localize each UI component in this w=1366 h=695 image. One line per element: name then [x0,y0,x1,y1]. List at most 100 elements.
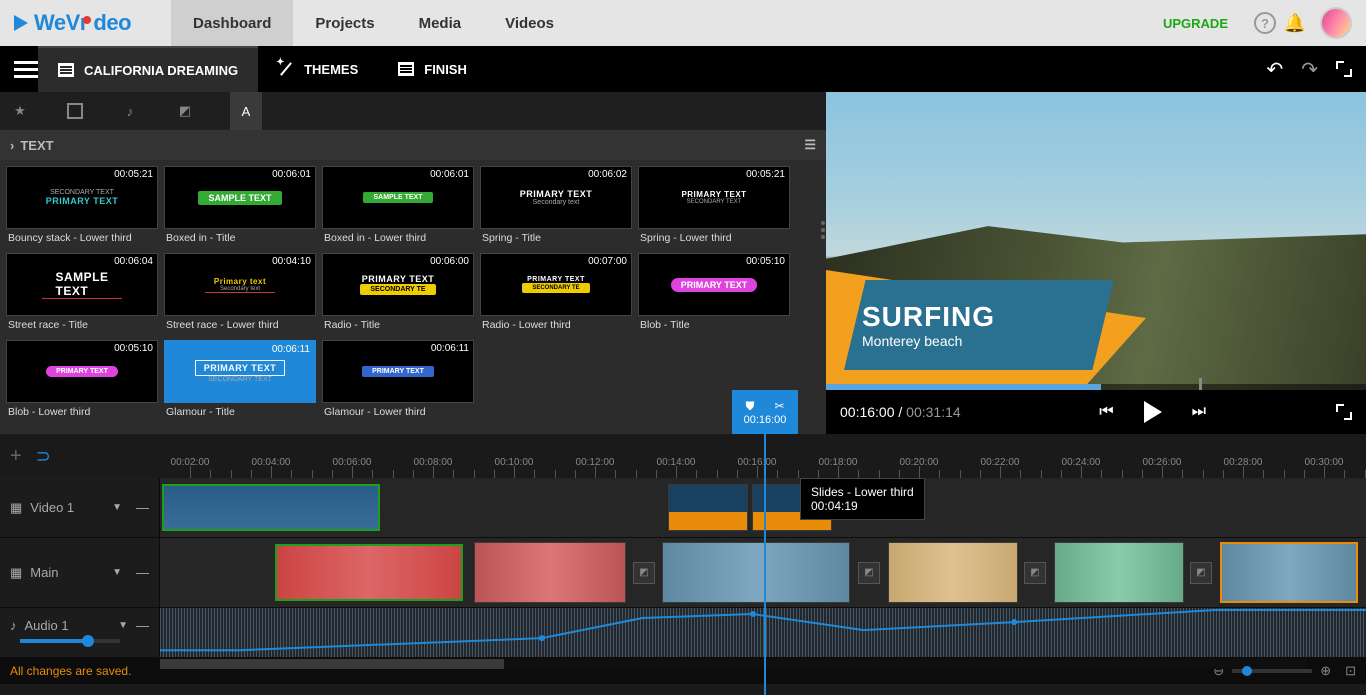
finish-label: FINISH [424,62,467,77]
snap-icon[interactable]: ⊃ [36,446,51,467]
collapse-icon[interactable]: — [136,565,149,580]
preview-fullscreen-icon[interactable] [1336,404,1352,420]
panel-title: TEXT [20,138,53,153]
redo-icon[interactable]: ↷ [1301,57,1318,82]
play-icon [14,15,28,31]
film-icon: ▦ [10,565,22,581]
tab-videos[interactable]: Videos [483,0,576,46]
track-body[interactable] [160,478,1366,537]
clip[interactable] [1054,542,1184,603]
panel-tab-audio[interactable]: ♪ [120,101,140,121]
text-card[interactable]: 00:06:01SAMPLE TEXTBoxed in - Title [164,166,316,247]
volume-slider[interactable] [20,639,120,643]
avatar[interactable] [1320,7,1352,39]
themes-tab[interactable]: THEMES [258,46,378,92]
text-card[interactable]: 00:04:10Primary textSecondary textStreet… [164,253,316,334]
fx-transition[interactable]: ◩ [1190,562,1212,584]
track-audio: ♪ Audio 1 ▼ — [0,608,1366,658]
track-header[interactable]: ▦ Video 1 ▼ — [0,478,160,537]
panel-tab-star[interactable]: ★ [10,101,30,121]
zoom-in-icon[interactable]: ⊕ [1320,663,1331,679]
timecode: 00:16:00 / 00:31:14 [840,404,961,420]
music-icon: ♪ [10,618,17,633]
preview-viewport[interactable]: SURFING Monterey beach [826,92,1366,390]
text-card[interactable]: 00:06:01SAMPLE TEXTBoxed in - Lower thir… [322,166,474,247]
text-card[interactable]: 00:06:11PRIMARY TEXTSECONDARY TEXTGlamou… [164,340,316,421]
list-view-icon[interactable]: ☰ [804,137,816,153]
chevron-down-icon[interactable]: ▼ [112,567,122,578]
waveform [160,608,1366,657]
text-card[interactable]: 00:05:10PRIMARY TEXTBlob - Lower third [6,340,158,421]
main-row: ★ ♪ ◩ A › TEXT ☰ 00:05:21SECONDARY TEXTP… [0,92,1366,434]
upgrade-link[interactable]: UPGRADE [1163,16,1228,31]
chevron-down-icon[interactable]: ▼ [112,502,122,513]
fx-transition[interactable]: ◩ [858,562,880,584]
zoom-fit-icon[interactable]: ⊡ [1345,663,1356,679]
clip[interactable] [662,542,850,603]
clip[interactable] [888,542,1018,603]
clip[interactable] [668,484,748,531]
track-body[interactable]: ◩ ◩ ◩ ◩ ✎ ↗ FX 🗑 [160,538,1366,607]
timeline-scrollbar[interactable] [160,659,1306,669]
play-icon[interactable] [1144,401,1162,423]
playhead[interactable]: ⛊✂ 00:16:00 [764,434,766,695]
track-header[interactable]: ♪ Audio 1 ▼ — [0,608,160,657]
track-main: ▦ Main ▼ — ◩ ◩ ◩ ◩ ✎ ↗ FX 🗑 [0,538,1366,608]
help-icon[interactable]: ? [1250,8,1280,38]
text-card[interactable]: 00:07:00PRIMARY TEXTSECONDARY TERadio - … [480,253,632,334]
text-card[interactable]: 00:06:00PRIMARY TEXTSECONDARY TERadio - … [322,253,474,334]
logo[interactable]: WeVıdeo [14,10,131,36]
track-header[interactable]: ▦ Main ▼ — [0,538,160,607]
preview-panel: SURFING Monterey beach 00:16:00 / 00:31:… [826,92,1366,434]
panel-header: › TEXT ☰ [0,130,826,160]
project-title-tab[interactable]: CALIFORNIA DREAMING [38,46,258,92]
timeline: + ⊃ 00:02:0000:04:0000:06:0000:08:0000:1… [0,434,1366,695]
track-video: ▦ Video 1 ▼ — [0,478,1366,538]
cut-icon[interactable]: ✂ [774,399,784,414]
clip[interactable] [474,542,626,603]
text-card[interactable]: 00:05:10PRIMARY TEXTBlob - Title [638,253,790,334]
time-ruler[interactable]: 00:02:0000:04:0000:06:0000:08:0000:10:00… [160,434,1366,478]
film-icon: ▦ [10,500,22,516]
track-body[interactable] [160,608,1366,657]
panel-tab-transition[interactable]: ◩ [175,101,195,121]
overlay-title: SURFING [862,301,1114,333]
tab-dashboard[interactable]: Dashboard [171,0,293,46]
chevron-right-icon[interactable]: › [10,138,14,153]
panel-tab-text[interactable]: A [230,92,262,130]
menu-icon[interactable] [14,61,38,78]
zoom-slider[interactable] [1232,669,1312,673]
text-card[interactable]: 00:05:21PRIMARY TEXTSECONDARY TEXTSpring… [638,166,790,247]
tab-projects[interactable]: Projects [293,0,396,46]
text-card[interactable]: 00:05:21SECONDARY TEXTPRIMARY TEXTBouncy… [6,166,158,247]
panel-resize-handle[interactable] [821,200,827,260]
wand-icon [278,61,294,77]
marker-icon[interactable]: ⛊ [745,399,754,414]
collapse-icon[interactable]: — [136,500,149,515]
fx-transition[interactable]: ◩ [633,562,655,584]
finish-tab[interactable]: FINISH [378,46,487,92]
skip-back-icon[interactable]: ⏮ [1099,403,1113,421]
panel-tab-image[interactable] [65,101,85,121]
bell-icon[interactable]: 🔔 [1280,8,1310,38]
preview-scrubber[interactable] [826,384,1366,390]
fullscreen-icon[interactable] [1336,61,1352,77]
fx-transition[interactable]: ◩ [1024,562,1046,584]
film-icon [58,63,74,77]
undo-icon[interactable]: ↶ [1266,57,1283,82]
tab-media[interactable]: Media [397,0,484,46]
text-card[interactable]: 00:06:04SAMPLETEXTStreet race - Title [6,253,158,334]
top-bar: WeVıdeo Dashboard Projects Media Videos … [0,0,1366,46]
clip[interactable] [275,544,463,601]
collapse-icon[interactable]: — [136,618,149,633]
film-icon [398,62,414,76]
chevron-down-icon[interactable]: ▼ [118,620,128,631]
add-track-icon[interactable]: + [10,445,22,468]
save-status: All changes are saved. [10,664,131,678]
text-card[interactable]: 00:06:11PRIMARY TEXTGlamour - Lower thir… [322,340,474,421]
themes-label: THEMES [304,62,358,77]
text-card[interactable]: 00:06:02PRIMARY TEXTSecondary textSpring… [480,166,632,247]
clip[interactable]: ✎ ↗ FX 🗑 [1220,542,1358,603]
clip[interactable] [162,484,380,531]
skip-fwd-icon[interactable]: ⏭ [1192,403,1206,421]
